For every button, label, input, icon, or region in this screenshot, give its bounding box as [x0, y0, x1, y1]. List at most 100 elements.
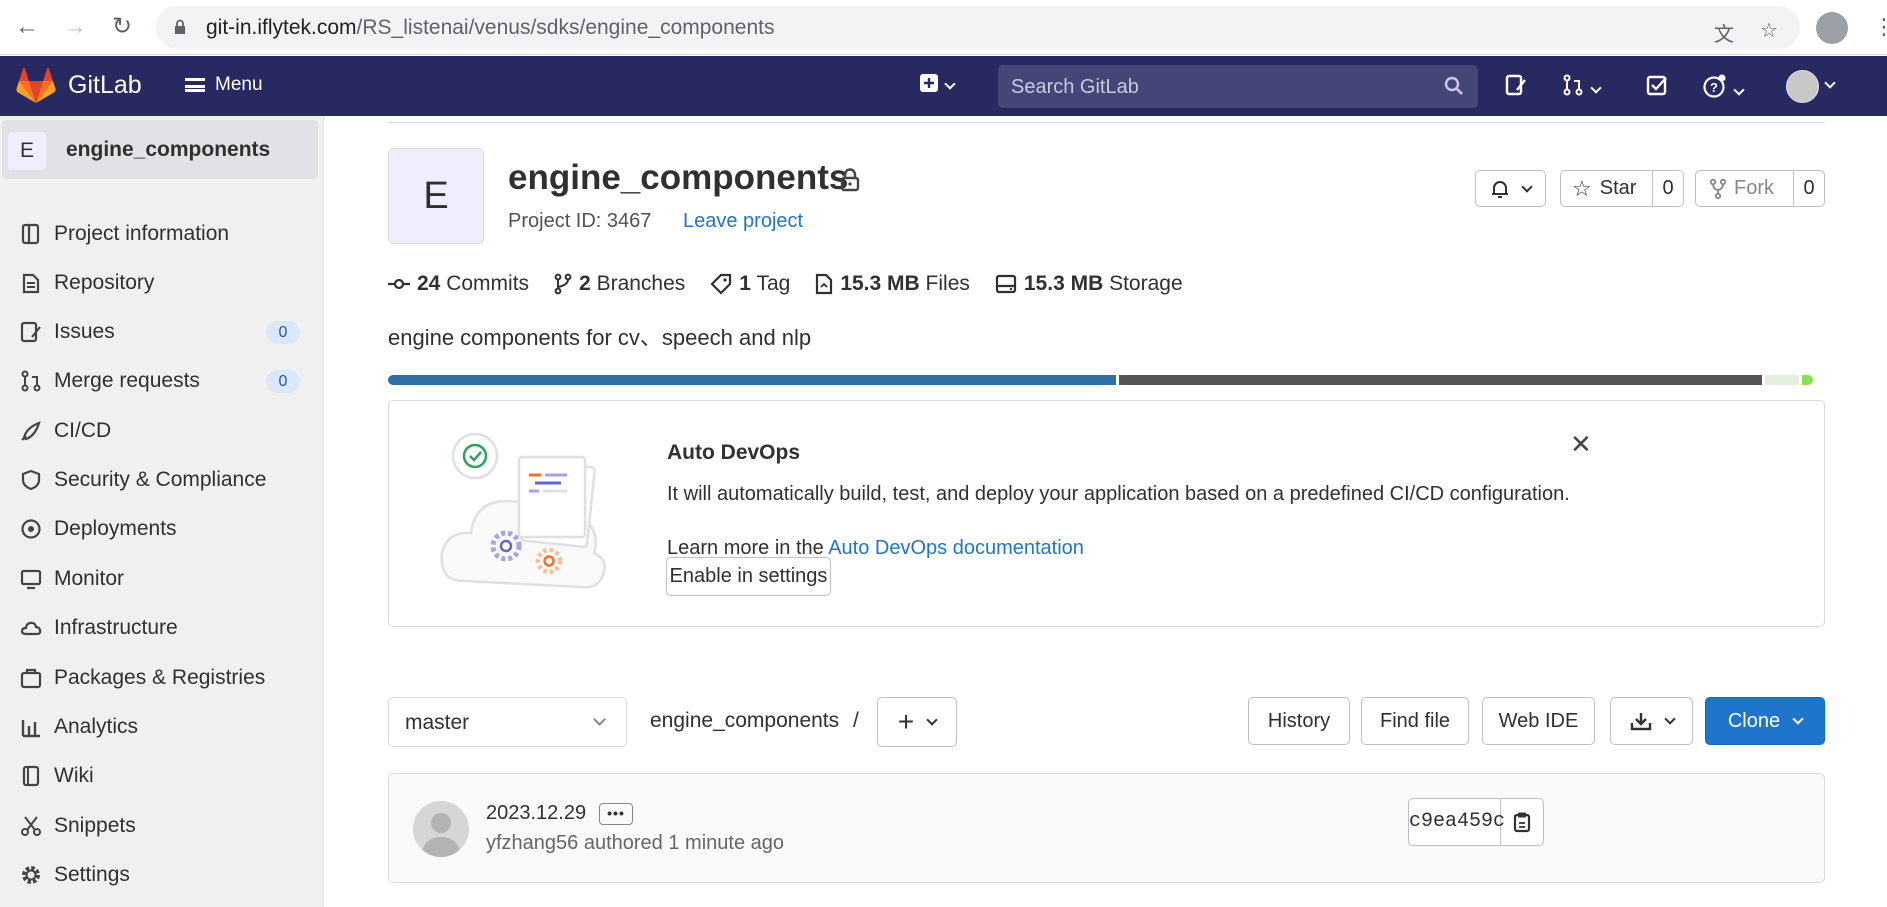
info-icon — [20, 223, 42, 245]
sidebar-item-wiki[interactable]: Wiki — [0, 754, 320, 798]
sidebar-item-settings[interactable]: Settings — [0, 853, 320, 897]
sidebar-item-ci-cd[interactable]: CI/CD — [0, 409, 320, 453]
clone-dropdown[interactable]: Clone — [1705, 697, 1825, 745]
issues-shortcut-icon[interactable] — [1505, 74, 1527, 102]
learn-more-prefix: Learn more in the — [667, 537, 824, 559]
tags-link[interactable]: 1 Tag — [710, 272, 790, 296]
sidebar-item-label: Snippets — [54, 814, 136, 837]
browser-profile-icon[interactable] — [1816, 12, 1848, 44]
commits-link[interactable]: 24 Commits — [388, 272, 529, 296]
sidebar-item-label: Security & Compliance — [54, 468, 267, 491]
star-label: Star — [1599, 177, 1637, 199]
search-input[interactable]: Search GitLab — [998, 65, 1478, 108]
storage-link[interactable]: 15.3 MB Storage — [995, 272, 1183, 296]
files-link[interactable]: 15.3 MB Files — [815, 272, 970, 296]
web-ide-button[interactable]: Web IDE — [1482, 697, 1595, 745]
add-to-tree-dropdown[interactable]: + — [877, 697, 957, 747]
leave-project-link[interactable]: Leave project — [683, 210, 803, 233]
project-description: engine components for cv、speech and nlp — [388, 325, 812, 350]
file-icon — [816, 273, 833, 295]
forward-arrow-icon[interactable]: → — [60, 12, 90, 42]
menu-button[interactable]: Menu — [185, 74, 263, 96]
fork-button[interactable]: Fork 0 — [1695, 170, 1825, 207]
help-dropdown[interactable]: ? — [1703, 74, 1745, 104]
expand-commit-description-icon[interactable]: ••• — [599, 803, 633, 825]
find-file-button[interactable]: Find file — [1361, 697, 1469, 745]
gitlab-top-bar: GitLab Menu Search GitLab ? — [0, 56, 1887, 116]
language-bar-segment[interactable] — [1765, 375, 1799, 385]
translate-icon[interactable]: 文 — [1714, 18, 1734, 47]
star-count[interactable]: 0 — [1652, 171, 1683, 206]
copy-icon[interactable] — [1501, 799, 1543, 845]
commit-sha[interactable]: c9ea459c — [1409, 799, 1505, 845]
sidebar-item-snippets[interactable]: Snippets — [0, 804, 320, 848]
branches-link[interactable]: 2 Branches — [554, 272, 685, 296]
close-icon[interactable]: ✕ — [1570, 429, 1592, 460]
issues-count-badge: 0 — [266, 320, 300, 344]
merge-request-icon — [20, 370, 42, 392]
sidebar-item-label: Settings — [54, 863, 130, 886]
auto-devops-docs-link[interactable]: Auto DevOps documentation — [828, 537, 1084, 559]
branch-selector[interactable]: master — [388, 697, 627, 747]
sidebar-item-repository[interactable]: Repository — [0, 261, 320, 305]
sidebar-item-analytics[interactable]: Analytics — [0, 705, 320, 749]
sidebar-project-avatar: E — [8, 132, 46, 170]
browser-menu-icon[interactable]: ⋮ — [1873, 14, 1887, 40]
user-menu-chevron-icon[interactable] — [1824, 74, 1836, 97]
tag-icon — [710, 273, 732, 295]
star-button[interactable]: ☆ Star 0 — [1560, 170, 1684, 207]
bell-icon — [1491, 180, 1508, 198]
new-item-dropdown[interactable] — [920, 74, 956, 98]
sidebar-item-merge-requests[interactable]: Merge requests 0 — [0, 359, 320, 403]
auto-devops-illustration — [440, 432, 606, 589]
sidebar-item-packages-registries[interactable]: Packages & Registries — [0, 656, 320, 700]
sidebar-item-label: Merge requests — [54, 369, 200, 392]
language-bar-segment[interactable] — [1802, 375, 1813, 385]
download-dropdown[interactable] — [1610, 697, 1693, 745]
gear-icon — [20, 864, 42, 886]
commit-author-avatar[interactable] — [413, 801, 469, 857]
find-file-label: Find file — [1379, 709, 1451, 732]
sidebar-item-issues[interactable]: Issues 0 — [0, 310, 320, 354]
star-icon: ☆ — [1572, 175, 1592, 201]
commit-message[interactable]: 2023.12.29 — [486, 802, 586, 825]
project-stats: 24 Commits 2 Branches 1 Tag 15.3 MB File… — [388, 272, 1183, 296]
sidebar-item-security-compliance[interactable]: Security & Compliance — [0, 458, 320, 502]
notification-dropdown[interactable] — [1475, 170, 1546, 207]
auto-devops-text: It will automatically build, test, and d… — [667, 483, 1570, 505]
address-bar[interactable]: git-in.iflytek.com/RS_listenai/venus/sdk… — [156, 6, 1800, 49]
breadcrumb-project-link[interactable]: engine_components — [650, 709, 839, 732]
sidebar-item-label: Infrastructure — [54, 616, 178, 639]
sidebar-item-project-information[interactable]: Project information — [0, 212, 320, 256]
todo-icon[interactable] — [1646, 74, 1668, 102]
gitlab-logo-icon[interactable] — [16, 68, 56, 104]
breadcrumb-separator: / — [853, 709, 859, 732]
gitlab-brand[interactable]: GitLab — [68, 71, 142, 100]
repository-language-bar[interactable] — [388, 375, 1825, 385]
enable-in-settings-button[interactable]: Enable in settings — [666, 557, 831, 596]
chevron-down-icon — [1520, 180, 1533, 193]
merge-requests-count-badge: 0 — [266, 369, 300, 393]
fork-count[interactable]: 0 — [1793, 171, 1824, 206]
sidebar-item-label: Issues — [54, 320, 115, 343]
language-bar-segment[interactable] — [388, 375, 1116, 385]
chart-icon — [20, 716, 42, 738]
user-avatar[interactable] — [1786, 70, 1819, 103]
reload-icon[interactable]: ↻ — [107, 12, 137, 42]
language-bar-segment[interactable] — [1119, 375, 1762, 385]
sidebar-item-monitor[interactable]: Monitor — [0, 557, 320, 601]
history-label: History — [1267, 709, 1331, 732]
hamburger-icon — [185, 78, 205, 92]
bookmark-star-icon[interactable]: ☆ — [1760, 18, 1778, 43]
back-arrow-icon[interactable]: ← — [12, 12, 42, 42]
sidebar-item-label: CI/CD — [54, 419, 112, 442]
history-button[interactable]: History — [1248, 697, 1350, 745]
sidebar-project-context[interactable]: E engine_components — [2, 120, 318, 179]
plus-icon: + — [897, 706, 915, 737]
merge-requests-shortcut[interactable] — [1562, 74, 1602, 102]
repository-icon — [20, 272, 42, 294]
sidebar-item-label: Monitor — [54, 567, 125, 590]
sidebar-item-infrastructure[interactable]: Infrastructure — [0, 606, 320, 650]
sidebar-item-label: Wiki — [54, 764, 94, 787]
sidebar-item-deployments[interactable]: Deployments — [0, 507, 320, 551]
